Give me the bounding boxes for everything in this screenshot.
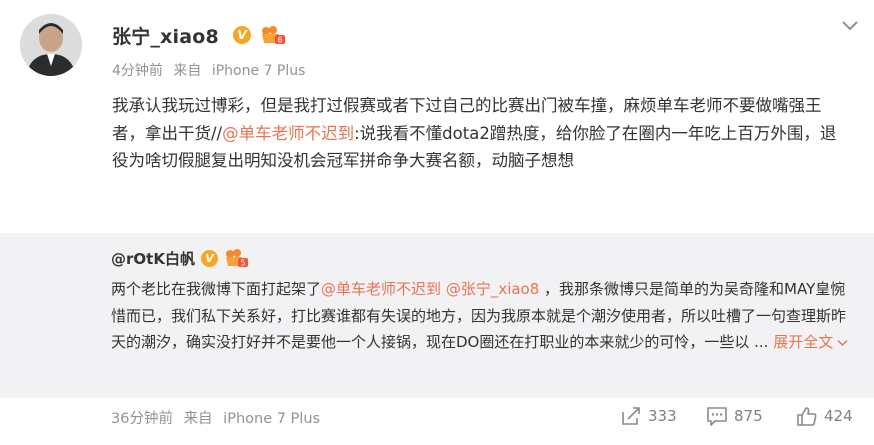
- quote-source-prefix: 来自: [183, 411, 213, 427]
- author-row: 张宁_xiao8 V 6: [112, 20, 285, 50]
- author-name[interactable]: 张宁_xiao8: [112, 22, 219, 49]
- weibo-card: 张宁_xiao8 V 6 4分钟前 来自 iPhone 7 Plus 我承认我玩…: [0, 0, 874, 445]
- repost-button[interactable]: 333: [620, 404, 677, 428]
- quote-author-row: @rOtK白帆 V 5: [111, 247, 248, 269]
- post-footer: 36分钟前 来自 iPhone 7 Plus 333 875 424: [0, 398, 874, 445]
- avatar[interactable]: [20, 14, 82, 76]
- post-meta: 4分钟前 来自 iPhone 7 Plus: [112, 60, 305, 80]
- mention-link[interactable]: @单车老师不迟到: [222, 124, 354, 143]
- quote-author[interactable]: @rOtK白帆: [111, 248, 195, 269]
- post-source: iPhone 7 Plus: [211, 63, 306, 79]
- quote-source: iPhone 7 Plus: [223, 411, 321, 427]
- level-badge-icon: 6: [259, 25, 285, 45]
- verified-badge-icon: V: [232, 26, 251, 44]
- repost-count: 333: [648, 407, 677, 425]
- quote-text: 两个老比在我微博下面打起架了@单车老师不迟到 @张宁_xiao8 ，我那条微博只…: [111, 276, 859, 356]
- quote-time[interactable]: 36分钟前: [111, 411, 173, 427]
- level-badge-icon: 5: [224, 248, 248, 268]
- repost-icon: [622, 407, 640, 425]
- comment-count: 875: [734, 407, 763, 425]
- like-count: 424: [824, 407, 853, 425]
- post-source-prefix: 来自: [173, 63, 202, 79]
- mention-link[interactable]: @单车老师不迟到: [321, 280, 441, 298]
- comment-icon: [707, 407, 727, 426]
- like-button[interactable]: 424: [796, 404, 853, 428]
- quoted-post[interactable]: @rOtK白帆 V 5 两个老比在我微博下面打起架了@单车老师不迟到 @张宁_x…: [0, 233, 874, 398]
- like-icon: [797, 407, 817, 426]
- expand-label: 展开全文: [773, 333, 834, 351]
- chevron-down-icon[interactable]: [840, 18, 860, 32]
- svg-text:6: 6: [277, 36, 282, 45]
- quote-meta: 36分钟前 来自 iPhone 7 Plus: [111, 407, 320, 428]
- svg-text:5: 5: [240, 259, 245, 268]
- quote-text-part-1: 两个老比在我微博下面打起架了: [111, 280, 322, 298]
- verified-badge-icon: V: [200, 249, 218, 267]
- expand-full-text-link[interactable]: 展开全文: [773, 333, 848, 351]
- comment-button[interactable]: 875: [706, 404, 763, 428]
- post-time[interactable]: 4分钟前: [112, 63, 163, 79]
- mention-link[interactable]: @张宁_xiao8: [446, 280, 539, 298]
- chevron-down-icon: [837, 339, 848, 346]
- post-text: 我承认我玩过博彩，但是我打过假赛或者下过自己的比赛出门被车撞，麻烦单车老师不要做…: [112, 92, 852, 175]
